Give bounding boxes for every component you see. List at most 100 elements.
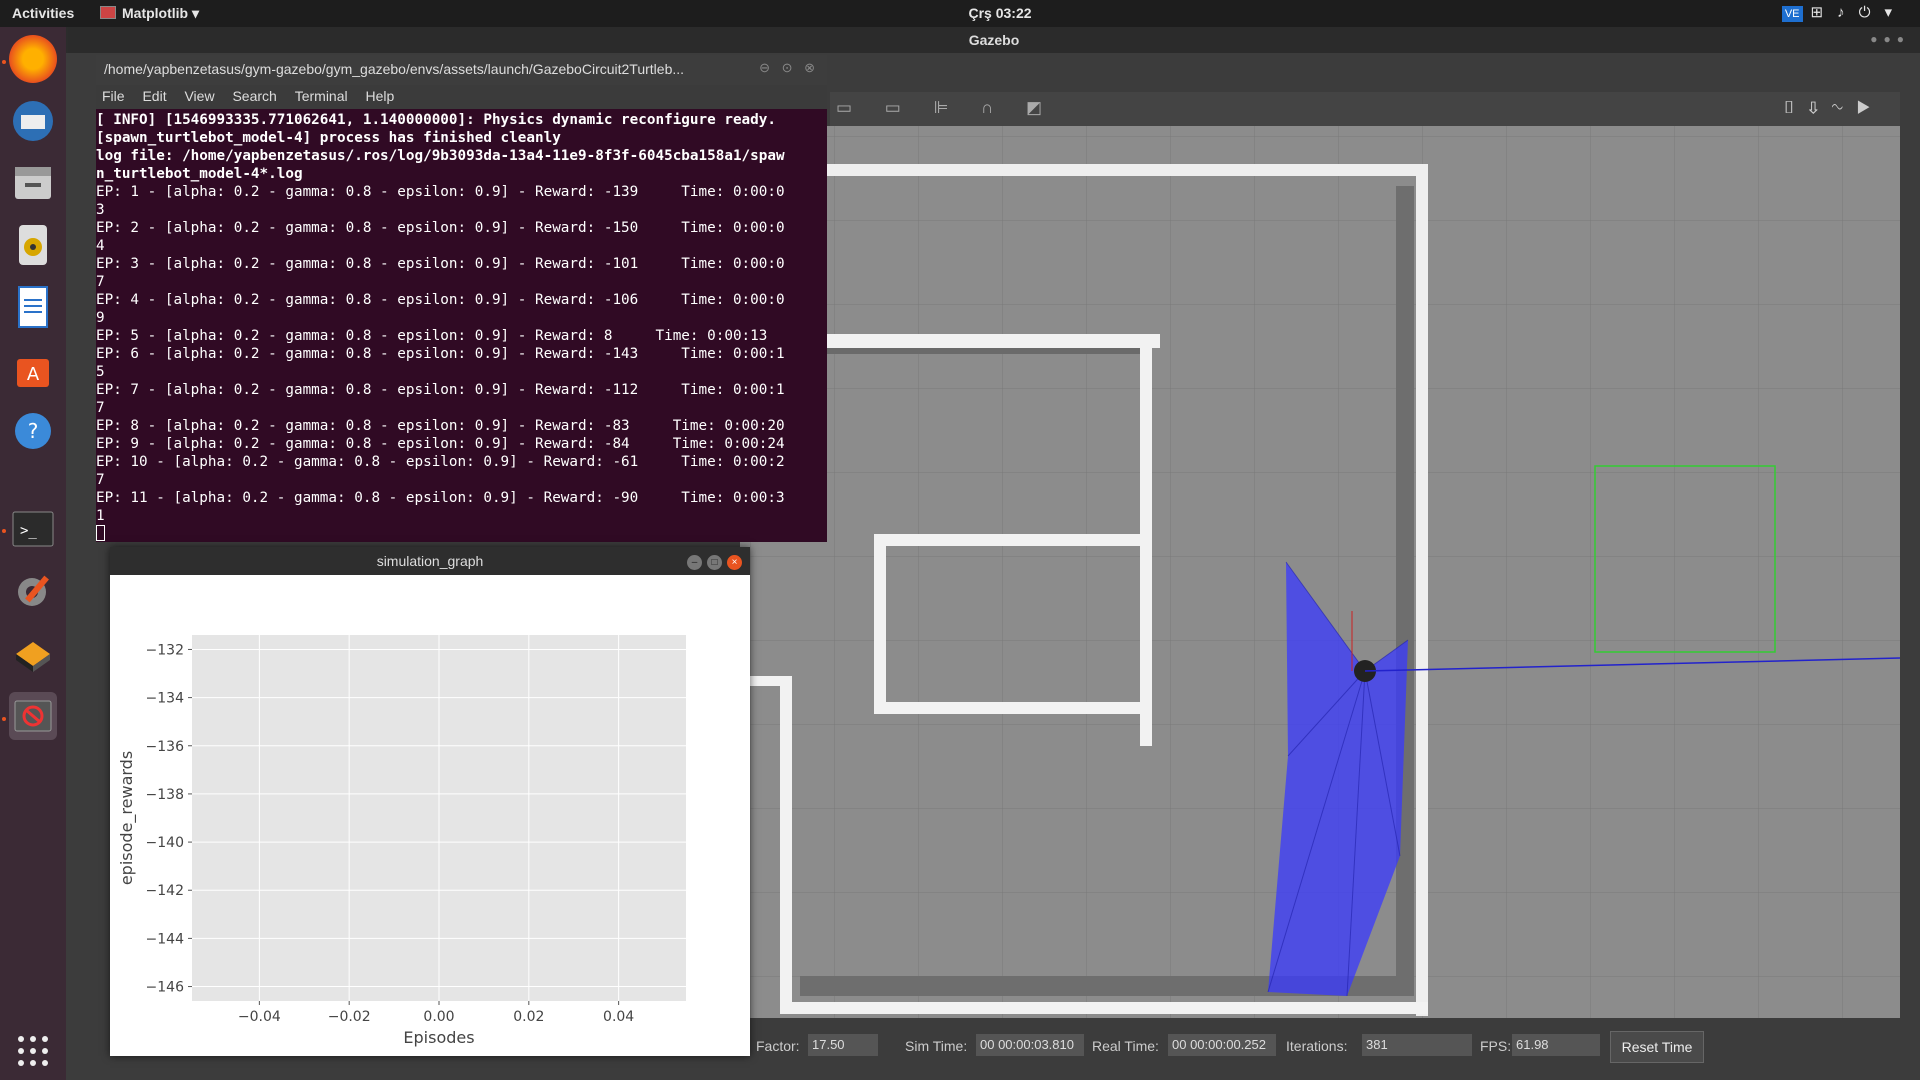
terminal-line: log file: /home/yapbenzetasus/.ros/log/9… xyxy=(96,148,785,164)
gazebo-launcher-icon[interactable] xyxy=(9,629,57,677)
terminal-line: EP: 7 - [alpha: 0.2 - gamma: 0.8 - epsil… xyxy=(96,382,785,398)
svg-text:?: ? xyxy=(28,419,39,443)
graph-window-controls[interactable]: – □ × xyxy=(682,552,742,570)
menu-file[interactable]: File xyxy=(102,88,125,104)
launcher-dock: A ? >_ xyxy=(0,27,66,1080)
x-tick-label: −0.04 xyxy=(238,1009,281,1025)
terminal-line: 1 xyxy=(96,508,105,524)
terminal-window-controls[interactable]: ⊖ ⊙ ⊗ xyxy=(759,60,819,76)
iterations-label: Iterations: xyxy=(1286,1038,1348,1054)
y-tick-label: −134 xyxy=(146,691,185,707)
menu-edit[interactable]: Edit xyxy=(142,88,166,104)
show-applications-icon[interactable] xyxy=(9,1027,57,1075)
terminal-line: 4 xyxy=(96,238,105,254)
writer-icon[interactable] xyxy=(9,283,57,331)
menu-view[interactable]: View xyxy=(184,88,214,104)
x-tick-label: 0.04 xyxy=(603,1009,634,1025)
minimize-icon[interactable]: – xyxy=(687,555,702,570)
terminal-line: n_turtlebot_model-4*.log xyxy=(96,166,303,182)
y-tick-label: −132 xyxy=(146,642,184,658)
terminal-window[interactable]: /home/yapbenzetasus/gym-gazebo/gym_gazeb… xyxy=(96,55,827,542)
system-tray[interactable]: VE ⊞♪⏻▾ xyxy=(1781,3,1906,22)
terminal-cursor xyxy=(96,525,105,541)
sim-time-value: 00 00:00:03.810 xyxy=(976,1034,1084,1056)
files-icon[interactable] xyxy=(9,159,57,207)
terminal-line: 7 xyxy=(96,472,105,488)
terminal-output[interactable]: [ INFO] [1546993335.771062641, 1.1400000… xyxy=(96,111,785,541)
terminal-line: [ INFO] [1546993335.771062641, 1.1400000… xyxy=(96,112,776,128)
factor-value: 17.50 xyxy=(808,1034,878,1056)
gazebo-window-controls[interactable]: ●●● xyxy=(1870,32,1910,46)
app-name: Matplotlib xyxy=(122,5,189,21)
graph-titlebar[interactable]: simulation_graph – □ × xyxy=(110,547,750,575)
matplotlib-window-icon[interactable] xyxy=(9,692,57,740)
terminal-line: EP: 4 - [alpha: 0.2 - gamma: 0.8 - epsil… xyxy=(96,292,785,308)
video-icon[interactable]: ▶ xyxy=(1856,98,1884,117)
gazebo-titlebar[interactable]: Gazebo ●●● xyxy=(68,27,1920,53)
x-axis-label: Episodes xyxy=(403,1028,474,1047)
gazebo-capture-icons[interactable]: ⌷⇩∿▶ xyxy=(1784,98,1884,118)
top-panel: Activities Matplotlib ▾ Çrş 03:22 VE ⊞♪⏻▾ xyxy=(0,0,1920,27)
plot-icon[interactable]: ∿ xyxy=(1832,98,1856,117)
graph-title: simulation_graph xyxy=(376,553,484,569)
volume-icon[interactable]: ♪ xyxy=(1837,4,1859,21)
activities-button[interactable]: Activities xyxy=(12,5,74,21)
log-icon[interactable]: ⇩ xyxy=(1808,98,1832,117)
power-icon[interactable]: ⏻ xyxy=(1859,4,1885,21)
svg-text:>_: >_ xyxy=(20,523,37,539)
y-tick-label: −136 xyxy=(146,739,185,755)
terminal-line: EP: 6 - [alpha: 0.2 - gamma: 0.8 - epsil… xyxy=(96,346,785,362)
y-tick-label: −144 xyxy=(146,931,185,947)
y-axis-label: episode_rewards xyxy=(117,751,137,885)
simulation-graph-window[interactable]: simulation_graph – □ × −0.04 −0.02 0.00 0.02 0… xyxy=(110,547,750,1056)
settings-icon[interactable] xyxy=(9,567,57,615)
running-indicator xyxy=(2,529,6,533)
maximize-icon[interactable]: □ xyxy=(707,555,722,570)
rhythmbox-icon[interactable] xyxy=(9,221,57,269)
terminal-menubar: File Edit View Search Terminal Help xyxy=(96,85,827,109)
episode-rewards-chart: −0.04 −0.02 0.00 0.02 0.04 −132 −134 −136 −138 −1… xyxy=(117,635,686,1047)
y-tick-label: −146 xyxy=(146,980,185,996)
app-menu-button[interactable]: Matplotlib ▾ xyxy=(100,5,199,22)
gazebo-toolbar: ▭ ▭ ⊫ ∩ ◩ ⌷⇩∿▶ xyxy=(830,92,1900,126)
terminal-line: EP: 10 - [alpha: 0.2 - gamma: 0.8 - epsi… xyxy=(96,454,785,470)
terminal-line: [spawn_turtlebot_model-4] process has fi… xyxy=(96,130,561,146)
screenshot-icon[interactable]: ⌷ xyxy=(1784,98,1808,117)
terminal-line: 3 xyxy=(96,202,105,218)
terminal-line: 7 xyxy=(96,274,105,290)
menu-help[interactable]: Help xyxy=(366,88,395,104)
factor-label: Factor: xyxy=(756,1038,800,1054)
terminal-line: EP: 5 - [alpha: 0.2 - gamma: 0.8 - epsil… xyxy=(96,328,768,344)
software-center-icon[interactable]: A xyxy=(9,345,57,393)
real-time-label: Real Time: xyxy=(1092,1038,1159,1054)
clock[interactable]: Çrş 03:22 xyxy=(940,5,1060,21)
thunderbird-icon[interactable] xyxy=(9,97,57,145)
terminal-line: EP: 2 - [alpha: 0.2 - gamma: 0.8 - epsil… xyxy=(96,220,785,236)
gazebo-status-bar: Factor: 17.50 Sim Time: 00 00:00:03.810 … xyxy=(740,1030,1900,1060)
reset-time-button[interactable]: Reset Time xyxy=(1610,1031,1704,1063)
network-icon[interactable]: ⊞ xyxy=(1811,4,1838,21)
world-view[interactable] xyxy=(740,126,1901,1018)
gazebo-3d-scene[interactable] xyxy=(740,126,1901,1018)
gazebo-tool-icons[interactable]: ▭ ▭ ⊫ ∩ ◩ xyxy=(836,98,1056,118)
help-icon[interactable]: ? xyxy=(9,407,57,455)
terminal-line: 9 xyxy=(96,310,105,326)
menu-search[interactable]: Search xyxy=(232,88,276,104)
y-tick-label: −142 xyxy=(146,883,184,899)
menu-terminal[interactable]: Terminal xyxy=(295,88,348,104)
app-icon xyxy=(100,6,116,19)
terminal-line: EP: 9 - [alpha: 0.2 - gamma: 0.8 - epsil… xyxy=(96,436,785,452)
x-tick-label: −0.02 xyxy=(328,1009,371,1025)
terminal-titlebar[interactable]: /home/yapbenzetasus/gym-gazebo/gym_gazeb… xyxy=(96,55,827,85)
firefox-icon[interactable] xyxy=(9,35,57,83)
svg-text:A: A xyxy=(27,364,40,385)
fps-value: 61.98 xyxy=(1512,1034,1600,1056)
sim-time-label: Sim Time: xyxy=(905,1038,968,1054)
close-icon[interactable]: × xyxy=(727,555,742,570)
terminal-title: /home/yapbenzetasus/gym-gazebo/gym_gazeb… xyxy=(104,61,685,77)
y-tick-label: −138 xyxy=(146,787,184,803)
terminal-icon[interactable]: >_ xyxy=(9,505,57,553)
running-indicator xyxy=(2,60,6,64)
vscode-tray-icon[interactable]: VE xyxy=(1781,6,1803,22)
real-time-value: 00 00:00:00.252 xyxy=(1168,1034,1276,1056)
